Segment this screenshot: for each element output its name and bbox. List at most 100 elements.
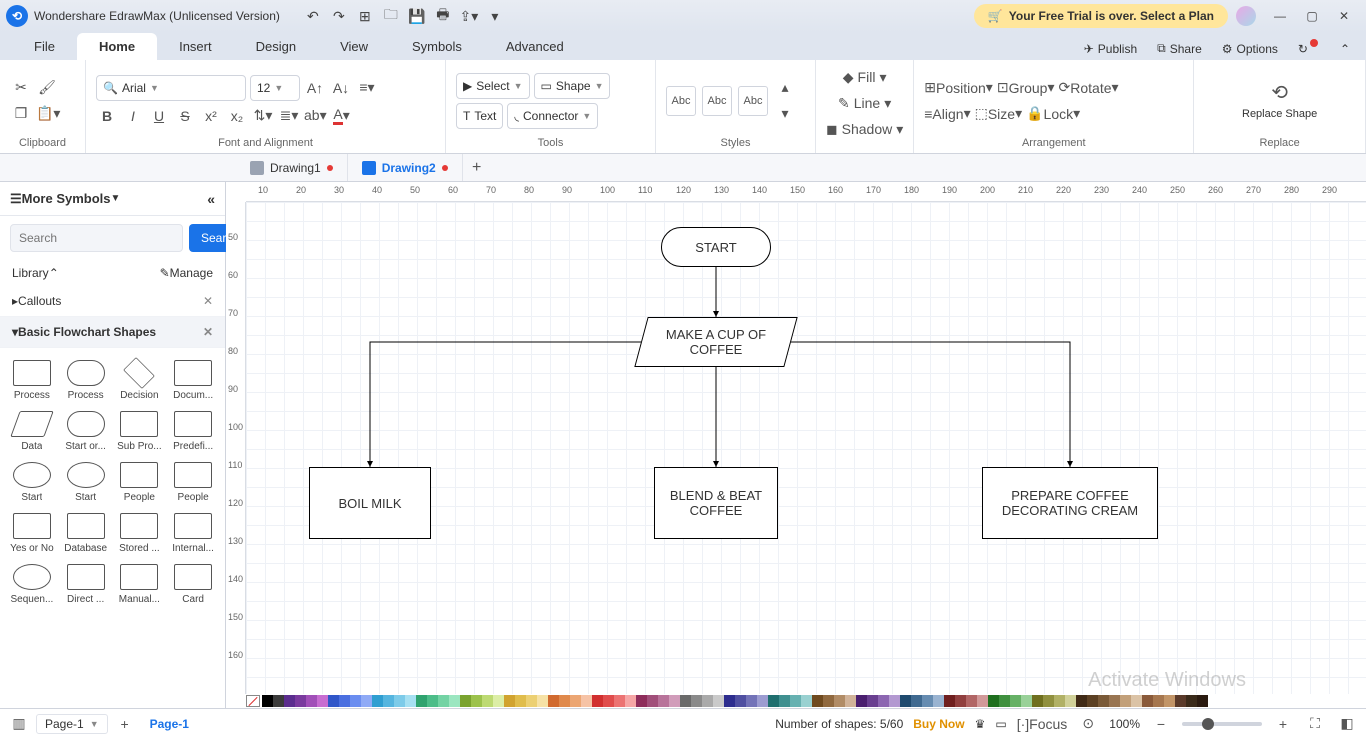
color-swatch[interactable]	[658, 695, 669, 707]
copy-icon[interactable]: ❐	[10, 103, 32, 125]
color-swatch[interactable]	[867, 695, 878, 707]
shape-blend[interactable]: BLEND & BEAT COFFEE	[654, 467, 778, 539]
color-swatch[interactable]	[339, 695, 350, 707]
library-link[interactable]: Library	[12, 266, 49, 280]
align-menu-icon[interactable]: ≡▾	[356, 77, 378, 99]
color-swatch[interactable]	[262, 695, 273, 707]
color-swatch[interactable]	[559, 695, 570, 707]
color-swatch[interactable]	[416, 695, 427, 707]
shrink-font-icon[interactable]: A↓	[330, 77, 352, 99]
color-swatch[interactable]	[504, 695, 515, 707]
text-tool[interactable]: TText	[456, 103, 503, 129]
styles-down-icon[interactable]: ▾	[774, 103, 796, 125]
lock-button[interactable]: 🔒 Lock▾	[1026, 103, 1080, 125]
close-icon[interactable]: ✕	[203, 325, 213, 339]
options-button[interactable]: ⚙Options	[1214, 38, 1286, 60]
grow-font-icon[interactable]: A↑	[304, 77, 326, 99]
color-swatch[interactable]	[801, 695, 812, 707]
menu-home[interactable]: Home	[77, 33, 157, 60]
symbols-header[interactable]: ☰ More Symbols▼«	[0, 182, 225, 216]
shape-stencil[interactable]: Start or...	[60, 407, 112, 456]
color-swatch[interactable]	[471, 695, 482, 707]
color-swatch[interactable]	[988, 695, 999, 707]
color-swatch[interactable]	[548, 695, 559, 707]
color-swatch[interactable]	[1032, 695, 1043, 707]
font-size-select[interactable]: 12▼	[250, 75, 300, 101]
minimize-button[interactable]: —	[1264, 9, 1296, 23]
shape-boil-milk[interactable]: BOIL MILK	[309, 467, 431, 539]
connector-tool[interactable]: ◟Connector▼	[507, 103, 598, 129]
canvas[interactable]: START MAKE A CUP OF COFFEE BOIL MILK BLE…	[246, 202, 1366, 694]
close-icon[interactable]: ✕	[203, 294, 213, 308]
shape-stencil[interactable]: Decision	[114, 356, 166, 405]
presentation-icon[interactable]: ▭	[995, 717, 1006, 731]
shape-stencil[interactable]: Database	[60, 509, 112, 558]
color-swatch[interactable]	[394, 695, 405, 707]
color-swatch[interactable]	[768, 695, 779, 707]
rotate-button[interactable]: ⟳ Rotate▾	[1059, 77, 1119, 99]
print-icon[interactable]: 🖶	[430, 3, 456, 29]
superscript-icon[interactable]: x²	[200, 105, 222, 127]
color-swatch[interactable]	[1087, 695, 1098, 707]
color-swatch[interactable]	[1043, 695, 1054, 707]
strikethrough-icon[interactable]: S	[174, 105, 196, 127]
color-swatch[interactable]	[900, 695, 911, 707]
color-swatch[interactable]	[713, 695, 724, 707]
color-swatch[interactable]	[757, 695, 768, 707]
color-swatch[interactable]	[493, 695, 504, 707]
color-swatch[interactable]	[735, 695, 746, 707]
avatar[interactable]	[1236, 6, 1256, 26]
color-swatch[interactable]	[460, 695, 471, 707]
shape-prepare-cream[interactable]: PREPARE COFFEE DECORATING CREAM	[982, 467, 1158, 539]
category-flowchart[interactable]: ▾ Basic Flowchart Shapes✕	[0, 317, 225, 348]
font-color-icon[interactable]: A▾	[331, 105, 353, 127]
color-swatch[interactable]	[922, 695, 933, 707]
shape-stencil[interactable]: Manual...	[114, 560, 166, 609]
shape-stencil[interactable]: Start	[6, 458, 58, 507]
shape-stencil[interactable]: Card	[167, 560, 219, 609]
color-swatch[interactable]	[746, 695, 757, 707]
color-swatch[interactable]	[328, 695, 339, 707]
color-swatch[interactable]	[1131, 695, 1142, 707]
cut-icon[interactable]: ✂	[10, 77, 32, 99]
select-tool[interactable]: ▶Select▼	[456, 73, 530, 99]
notifications-button[interactable]: ↻	[1290, 38, 1328, 60]
color-swatch[interactable]	[944, 695, 955, 707]
color-swatch[interactable]	[405, 695, 416, 707]
format-painter-icon[interactable]: 🖌	[36, 77, 58, 99]
undo-icon[interactable]: ↶	[300, 3, 326, 29]
color-swatch[interactable]	[636, 695, 647, 707]
style-swatch-3[interactable]: Abc	[738, 86, 768, 116]
color-swatch[interactable]	[790, 695, 801, 707]
color-swatch[interactable]	[1010, 695, 1021, 707]
maximize-button[interactable]: ▢	[1296, 9, 1328, 23]
page-name[interactable]: Page-1	[150, 717, 189, 731]
color-swatch[interactable]	[1065, 695, 1076, 707]
font-family-select[interactable]: 🔍Arial▼	[96, 75, 246, 101]
color-swatch[interactable]	[372, 695, 383, 707]
trial-banner[interactable]: 🛒 Your Free Trial is over. Select a Plan	[974, 4, 1228, 28]
styles-up-icon[interactable]: ▴	[774, 77, 796, 99]
bold-icon[interactable]: B	[96, 105, 118, 127]
zoom-out-button[interactable]: −	[1150, 713, 1172, 735]
shadow-button[interactable]: ◼ Shadow▾	[826, 118, 903, 140]
underline-icon[interactable]: U	[148, 105, 170, 127]
color-swatch[interactable]	[427, 695, 438, 707]
color-swatch[interactable]	[317, 695, 328, 707]
no-color-swatch[interactable]	[246, 695, 260, 707]
color-swatch[interactable]	[889, 695, 900, 707]
new-icon[interactable]: ⊞	[352, 3, 378, 29]
color-swatch[interactable]	[856, 695, 867, 707]
publish-button[interactable]: ✈Publish	[1076, 38, 1145, 60]
size-button[interactable]: ⬚ Size▾	[975, 103, 1023, 125]
menu-view[interactable]: View	[318, 33, 390, 60]
line-button[interactable]: ✎ Line▾	[826, 92, 903, 114]
color-swatch[interactable]	[1142, 695, 1153, 707]
doc-tab-2[interactable]: Drawing2	[348, 154, 463, 181]
shape-start[interactable]: START	[661, 227, 771, 267]
open-icon[interactable]: 🗀	[378, 3, 404, 29]
page-select[interactable]: Page-1▼	[36, 714, 108, 734]
shape-stencil[interactable]: Start	[60, 458, 112, 507]
color-swatch[interactable]	[823, 695, 834, 707]
style-swatch-1[interactable]: Abc	[666, 86, 696, 116]
